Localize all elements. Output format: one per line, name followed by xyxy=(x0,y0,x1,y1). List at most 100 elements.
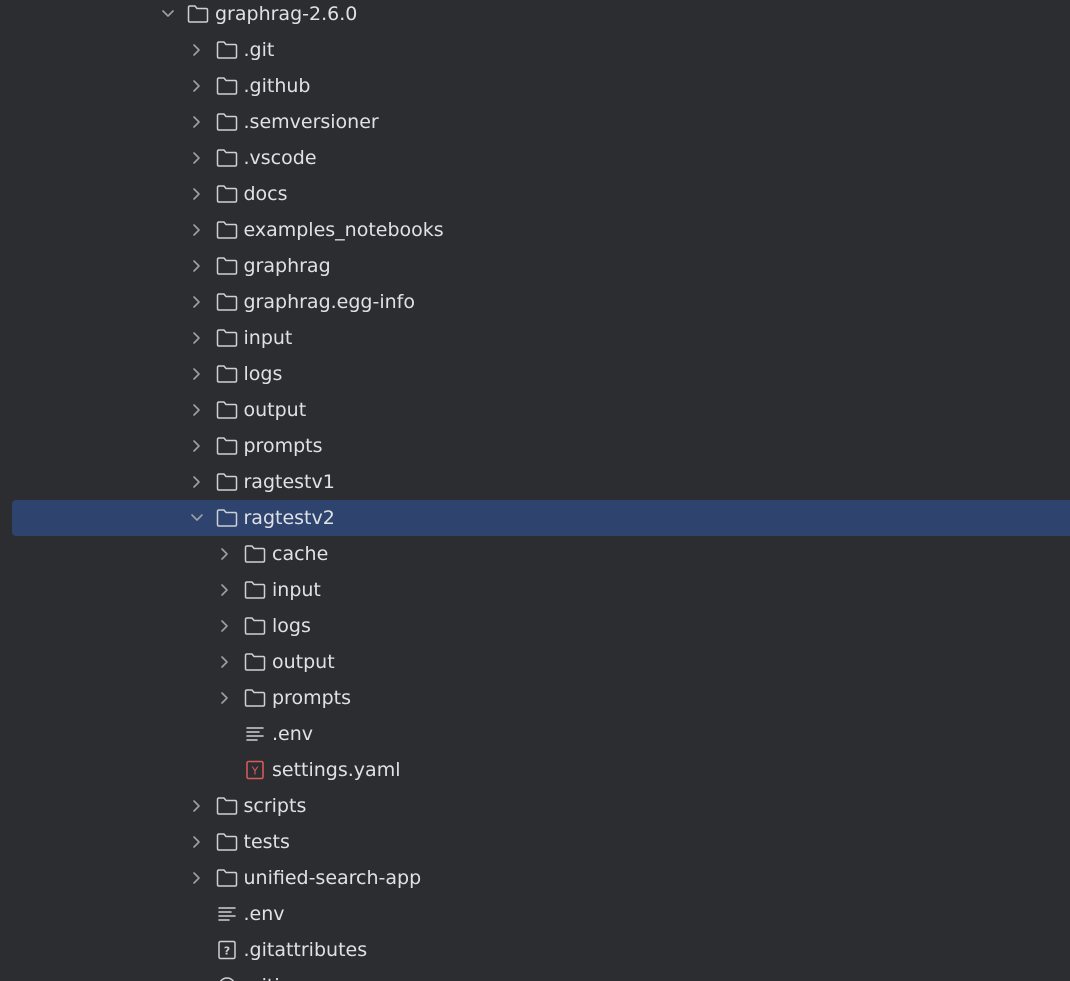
folder-icon xyxy=(216,256,238,276)
folder-icon xyxy=(216,868,238,888)
chevron-right-icon[interactable] xyxy=(188,293,206,311)
chevron-right-icon[interactable] xyxy=(188,401,206,419)
tree-item-label: graphrag-2.6.0 xyxy=(215,3,358,25)
chevron-right-icon[interactable] xyxy=(216,581,234,599)
tree-item-label: scripts xyxy=(243,795,307,817)
tree-folder-row[interactable]: ragtestv2 xyxy=(0,500,1070,536)
tree-item-label: .semversioner xyxy=(243,111,379,133)
chevron-right-icon[interactable] xyxy=(188,797,206,815)
folder-icon xyxy=(216,76,238,96)
tree-folder-row[interactable]: output xyxy=(0,392,1070,428)
chevron-down-icon[interactable] xyxy=(188,509,206,527)
svg-text:?: ? xyxy=(223,945,229,958)
tree-item-label: .env xyxy=(243,903,285,925)
selection-highlight xyxy=(12,500,1070,536)
chevron-right-icon[interactable] xyxy=(188,365,206,383)
tree-folder-row[interactable]: unified-search-app xyxy=(0,860,1070,896)
tree-folder-row[interactable]: scripts xyxy=(0,788,1070,824)
chevron-right-icon[interactable] xyxy=(216,653,234,671)
text-file-icon xyxy=(216,904,238,924)
text-file-icon xyxy=(244,724,266,744)
chevron-right-icon[interactable] xyxy=(188,329,206,347)
chevron-right-icon[interactable] xyxy=(188,185,206,203)
folder-icon xyxy=(216,796,238,816)
tree-folder-row[interactable]: .github xyxy=(0,68,1070,104)
folder-icon xyxy=(216,328,238,348)
tree-file-row[interactable]: Ysettings.yaml xyxy=(0,752,1070,788)
chevron-right-icon[interactable] xyxy=(188,113,206,131)
tree-item-label: output xyxy=(243,399,307,421)
tree-folder-row[interactable]: input xyxy=(0,572,1070,608)
tree-folder-row[interactable]: cache xyxy=(0,536,1070,572)
tree-folder-row[interactable]: graphrag-2.6.0 xyxy=(0,0,1070,32)
project-tree: graphrag-2.6.0 .git .github .semversioner .v… xyxy=(0,0,1070,981)
tree-folder-row[interactable]: tests xyxy=(0,824,1070,860)
tree-file-row[interactable]: .env xyxy=(0,716,1070,752)
folder-icon xyxy=(187,4,209,24)
tree-item-label: prompts xyxy=(243,435,323,457)
folder-icon xyxy=(216,40,238,60)
folder-icon xyxy=(244,652,266,672)
tree-folder-row[interactable]: docs xyxy=(0,176,1070,212)
chevron-right-icon[interactable] xyxy=(188,833,206,851)
git-file-icon xyxy=(216,976,238,981)
chevron-right-icon[interactable] xyxy=(188,41,206,59)
tree-item-label: unified-search-app xyxy=(243,867,422,889)
tree-item-label: graphrag xyxy=(243,255,331,277)
tree-folder-row[interactable]: output xyxy=(0,644,1070,680)
tree-folder-row[interactable]: input xyxy=(0,320,1070,356)
folder-icon xyxy=(216,472,238,492)
folder-icon xyxy=(244,616,266,636)
chevron-right-icon[interactable] xyxy=(188,77,206,95)
chevron-right-icon[interactable] xyxy=(188,149,206,167)
yaml-file-icon: Y xyxy=(244,760,266,780)
chevron-right-icon[interactable] xyxy=(188,221,206,239)
tree-item-label: tests xyxy=(243,831,290,853)
tree-item-label: ragtestv2 xyxy=(243,507,335,529)
tree-item-label: .env xyxy=(272,723,314,745)
tree-item-label: cache xyxy=(272,543,329,565)
tree-item-label: settings.yaml xyxy=(272,759,401,781)
tree-item-label: output xyxy=(272,651,335,673)
tree-item-label: .gitignore xyxy=(244,968,335,981)
chevron-right-icon[interactable] xyxy=(188,869,206,887)
chevron-right-icon[interactable] xyxy=(188,473,206,491)
tree-folder-row[interactable]: logs xyxy=(0,608,1070,644)
tree-file-row[interactable]: .gitignore xyxy=(0,968,1070,981)
folder-icon xyxy=(216,112,238,132)
folder-icon xyxy=(244,688,266,708)
tree-item-label: input xyxy=(243,327,293,349)
chevron-down-icon[interactable] xyxy=(159,5,177,23)
chevron-right-icon[interactable] xyxy=(216,689,234,707)
tree-folder-row[interactable]: examples_notebooks xyxy=(0,212,1070,248)
tree-item-label: logs xyxy=(272,615,311,637)
folder-icon xyxy=(216,508,238,528)
chevron-right-icon[interactable] xyxy=(216,545,234,563)
tree-folder-row[interactable]: .git xyxy=(0,32,1070,68)
tree-folder-row[interactable]: logs xyxy=(0,356,1070,392)
chevron-right-icon[interactable] xyxy=(188,437,206,455)
folder-icon xyxy=(216,436,238,456)
tree-folder-row[interactable]: .semversioner xyxy=(0,104,1070,140)
folder-icon xyxy=(216,184,238,204)
folder-icon xyxy=(216,832,238,852)
tree-folder-row[interactable]: graphrag.egg-info xyxy=(0,284,1070,320)
chevron-right-icon[interactable] xyxy=(188,257,206,275)
folder-icon xyxy=(244,544,266,564)
chevron-right-icon[interactable] xyxy=(216,617,234,635)
folder-icon xyxy=(216,292,238,312)
tree-item-label: input xyxy=(272,579,321,601)
tree-file-row[interactable]: ? .gitattributes xyxy=(0,932,1070,968)
tree-file-row[interactable]: .env xyxy=(0,896,1070,932)
tree-item-label: prompts xyxy=(272,687,351,709)
unknown-file-icon: ? xyxy=(216,940,238,960)
tree-folder-row[interactable]: ragtestv1 xyxy=(0,464,1070,500)
tree-folder-row[interactable]: .vscode xyxy=(0,140,1070,176)
tree-folder-row[interactable]: prompts xyxy=(0,428,1070,464)
folder-icon xyxy=(216,364,238,384)
tree-folder-row[interactable]: prompts xyxy=(0,680,1070,716)
tree-item-label: .vscode xyxy=(243,147,317,169)
tree-item-label: .git xyxy=(243,39,275,61)
folder-icon xyxy=(216,400,238,420)
tree-folder-row[interactable]: graphrag xyxy=(0,248,1070,284)
